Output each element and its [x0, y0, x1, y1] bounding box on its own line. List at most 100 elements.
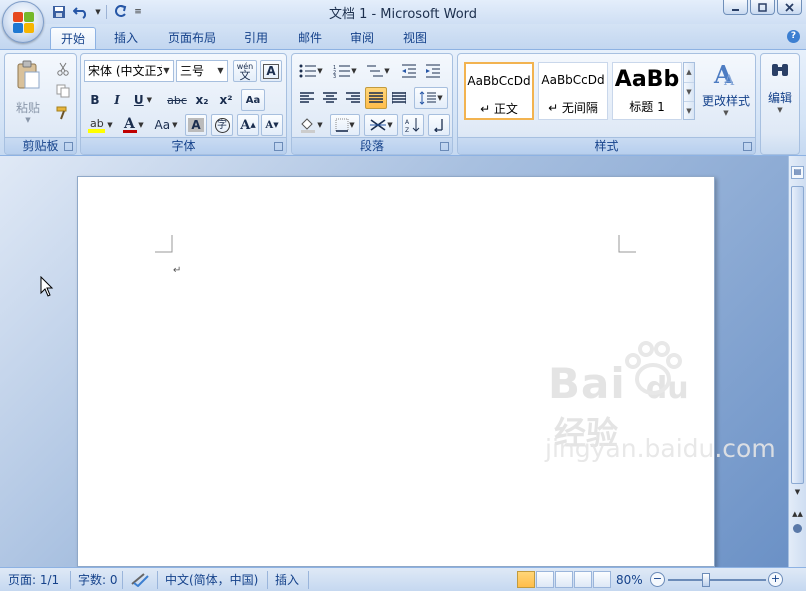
mouse-cursor-icon [40, 276, 54, 297]
increase-indent-button[interactable] [422, 60, 444, 82]
draft-view-button[interactable] [593, 571, 611, 588]
maximize-button[interactable] [750, 0, 775, 15]
bold-button[interactable]: B [85, 89, 105, 111]
font-color-button[interactable]: A ▼ [119, 114, 147, 136]
highlight-button[interactable]: ab ▼ [85, 114, 115, 136]
binoculars-icon [772, 64, 788, 76]
shrink-font-button[interactable]: A ▼ [261, 114, 283, 136]
scroll-down-icon[interactable]: ▼ [791, 486, 804, 499]
superscript-button[interactable]: x² [215, 89, 237, 111]
format-painter-button[interactable] [53, 104, 73, 122]
cut-button[interactable] [53, 60, 73, 78]
align-center-button[interactable] [319, 87, 341, 109]
close-button[interactable] [777, 0, 802, 15]
outline-view-button[interactable] [574, 571, 592, 588]
style-normal-name: ↵ 正文 [480, 102, 518, 116]
chinese-layout-button[interactable]: ▼ [364, 114, 398, 136]
insert-mode[interactable]: 插入 [275, 572, 299, 588]
word-count[interactable]: 字数: 0 [78, 572, 118, 588]
zoom-slider-thumb[interactable] [702, 573, 710, 587]
select-browse-object-icon[interactable] [793, 524, 802, 533]
ruler-toggle-icon[interactable]: ▤ [791, 166, 804, 179]
document-page[interactable]: ↵ Bai du经验 [77, 176, 715, 567]
underline-button[interactable]: U ▼ [131, 89, 155, 111]
print-layout-view-button[interactable] [517, 571, 535, 588]
minimize-button[interactable] [723, 0, 748, 15]
tab-mailings[interactable]: 邮件 [290, 27, 330, 50]
language-indicator[interactable]: 中文(简体，中国) [165, 572, 258, 588]
tab-view[interactable]: 视图 [395, 27, 435, 50]
styles-more-icon[interactable]: ▼ [684, 101, 694, 119]
copy-button[interactable] [53, 82, 73, 100]
page-count[interactable]: 页面: 1/1 [8, 572, 59, 588]
proofing-icon[interactable] [130, 571, 150, 587]
web-layout-view-button[interactable] [555, 571, 573, 588]
strikethrough-button[interactable]: abc [165, 89, 189, 111]
tab-references[interactable]: 引用 [236, 27, 276, 50]
font-size-combo[interactable]: 三号 ▼ [176, 60, 228, 82]
styles-scroll-down-icon[interactable]: ▼ [684, 82, 694, 101]
increase-indent-icon [426, 64, 440, 78]
show-hide-marks-button[interactable] [428, 114, 450, 136]
office-button[interactable] [2, 1, 44, 43]
justify-icon [369, 92, 383, 103]
bullets-button[interactable]: ▼ [295, 60, 327, 82]
borders-button[interactable]: ▼ [330, 114, 360, 136]
status-bar: 页面: 1/1 字数: 0 中文(简体，中国) 插入 80% − + [0, 567, 806, 591]
font-color-icon: A [123, 116, 138, 133]
decrease-indent-button[interactable] [398, 60, 420, 82]
change-case-aa-button[interactable]: Aa [241, 89, 265, 111]
multilevel-list-button[interactable]: ▼ [363, 60, 393, 82]
font-launcher[interactable] [274, 142, 283, 151]
previous-page-icon[interactable]: ▲▲ [791, 508, 804, 521]
clipboard-group: 粘贴 ▼ 剪贴板 [4, 53, 77, 155]
vertical-scrollbar[interactable]: ▤ ▼ ▲▲ [788, 156, 806, 567]
character-shading-button[interactable]: A [185, 114, 207, 136]
paste-button[interactable]: 粘贴 ▼ [11, 58, 45, 132]
font-size-dropdown-icon[interactable]: ▼ [214, 61, 227, 81]
clear-formatting-button[interactable]: A [260, 60, 282, 82]
styles-group-label: 样式 [458, 137, 755, 154]
sort-button[interactable]: AZ [402, 114, 424, 136]
italic-button[interactable]: I [107, 89, 127, 111]
font-name-combo[interactable]: 宋体 (中文正文 ▼ [84, 60, 174, 82]
line-spacing-button[interactable]: ▼ [414, 87, 448, 109]
underline-glyph: U [133, 93, 144, 107]
clipboard-launcher[interactable] [64, 142, 73, 151]
status-divider [122, 571, 123, 589]
help-icon[interactable]: ? [787, 30, 800, 43]
shading-button[interactable]: ▼ [296, 114, 326, 136]
justify-button[interactable] [365, 87, 387, 109]
tab-insert[interactable]: 插入 [106, 27, 146, 50]
style-no-spacing[interactable]: AaBbCcDd ↵ 无间隔 [538, 62, 608, 120]
tab-review[interactable]: 审阅 [342, 27, 382, 50]
numbering-button[interactable]: 1 2 3 ▼ [329, 60, 361, 82]
zoom-in-button[interactable]: + [768, 572, 783, 587]
align-left-button[interactable] [296, 87, 318, 109]
style-normal[interactable]: AaBbCcDd ↵ 正文 [464, 62, 534, 120]
editing-button[interactable]: 编辑 ▼ [761, 58, 799, 128]
change-styles-button[interactable]: AA 更改样式 ▼ [700, 59, 752, 131]
styles-scroll-up-icon[interactable]: ▲ [684, 63, 694, 82]
change-case-button[interactable]: Aa ▼ [151, 114, 181, 136]
phonetic-guide-button[interactable]: wén 文 [233, 60, 257, 82]
styles-launcher[interactable] [743, 142, 752, 151]
tab-home[interactable]: 开始 [50, 27, 96, 50]
italic-glyph: I [114, 93, 120, 107]
zoom-level[interactable]: 80% [616, 572, 643, 588]
paragraph-launcher[interactable] [440, 142, 449, 151]
zoom-out-button[interactable]: − [650, 572, 665, 587]
style-heading-1[interactable]: AaBb 标题 1 [612, 62, 682, 120]
enclose-characters-button[interactable]: 字 [211, 114, 233, 136]
vertical-scroll-thumb[interactable] [791, 186, 804, 484]
grow-font-button[interactable]: A ▲ [237, 114, 259, 136]
tab-page-layout[interactable]: 页面布局 [160, 27, 224, 50]
font-name-dropdown-icon[interactable]: ▼ [160, 61, 173, 81]
watermark-brand: Bai [548, 359, 626, 408]
distributed-button[interactable] [388, 87, 410, 109]
title-bar: ▼ ≡ 文档 1 - Microsoft Word [0, 0, 806, 24]
full-screen-reading-view-button[interactable] [536, 571, 554, 588]
align-right-button[interactable] [342, 87, 364, 109]
zoom-slider-track[interactable] [668, 579, 766, 581]
subscript-button[interactable]: x₂ [191, 89, 213, 111]
